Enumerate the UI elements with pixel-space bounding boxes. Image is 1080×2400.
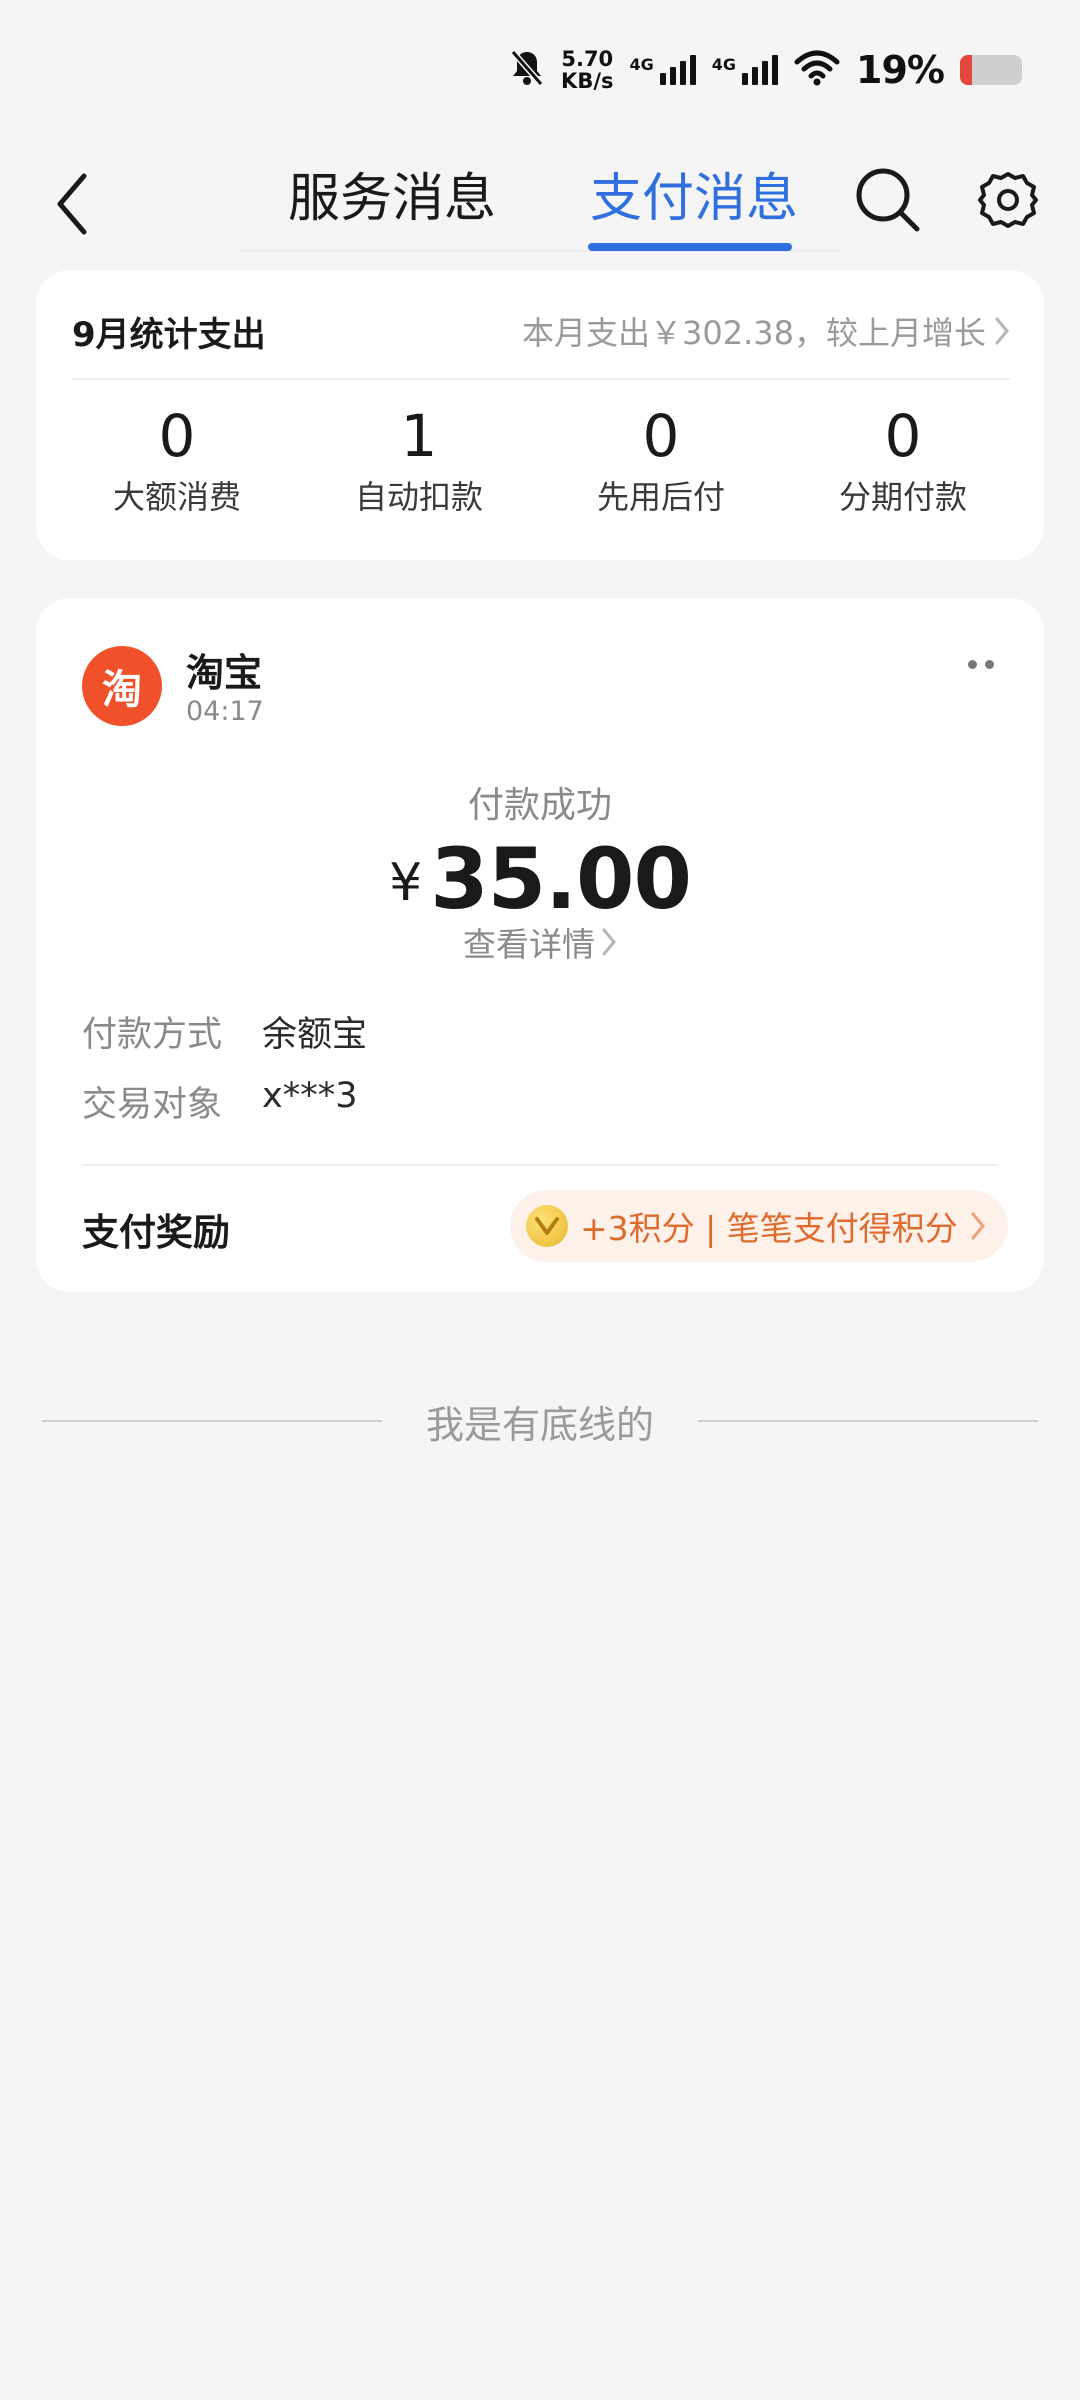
- stat-label: 自动扣款: [354, 478, 483, 516]
- info-key: 交易对象: [82, 1085, 223, 1125]
- reward-text: +3积分 | 笔笔支付得积分: [580, 1209, 958, 1248]
- summary-title: 9月统计支出: [72, 314, 266, 355]
- info-value: x***3: [262, 1076, 358, 1116]
- search-button[interactable]: [852, 160, 924, 240]
- signal-icon: 4G: [630, 55, 696, 85]
- info-value: 余额宝: [262, 1015, 368, 1055]
- chevron-right-icon: [602, 928, 616, 956]
- stat-label: 分期付款: [838, 478, 967, 516]
- message-time: 04:17: [186, 696, 264, 727]
- amount-value: 35.00: [430, 830, 692, 928]
- transaction-party-row: 交易对象 x***3: [82, 1076, 357, 1127]
- stat-installments[interactable]: 0 分期付款: [782, 398, 1024, 520]
- chevron-right-icon: [995, 317, 1009, 345]
- more-dot-icon: [968, 660, 977, 669]
- battery-icon: [960, 55, 1022, 85]
- chevron-right-icon: [971, 1212, 985, 1240]
- end-divider-right: [698, 1420, 1038, 1422]
- stat-value: 0: [884, 402, 922, 470]
- stat-label: 先用后付: [596, 478, 725, 516]
- search-icon: [856, 168, 920, 232]
- more-dot-icon: [985, 660, 994, 669]
- stat-auto-deduction[interactable]: 1 自动扣款: [298, 398, 540, 520]
- wifi-icon: [794, 50, 840, 90]
- spending-stats: 0 大额消费 1 自动扣款 0 先用后付 0 分期付款: [36, 398, 1044, 520]
- tab-payment-messages[interactable]: 支付消息: [590, 154, 798, 244]
- gear-icon: [978, 172, 1038, 228]
- stat-value: 0: [642, 402, 680, 470]
- monthly-spending-link[interactable]: 本月支出￥302.38，较上月增长: [522, 308, 1010, 354]
- summary-header: 9月统计支出 本月支出￥302.38，较上月增长: [72, 308, 1010, 355]
- tab-service-messages[interactable]: 服务消息: [288, 154, 496, 244]
- active-tab-indicator: [588, 243, 792, 251]
- payment-message-card[interactable]: 淘 淘宝 04:17 付款成功 ¥35.00 查看详情 付款方式 余额宝 交易对…: [36, 598, 1044, 1292]
- battery-level-fill: [960, 55, 972, 85]
- battery-percent: 19%: [856, 48, 945, 92]
- back-button[interactable]: [44, 168, 100, 240]
- more-options-button[interactable]: [968, 660, 994, 669]
- payment-method-row: 付款方式 余额宝: [82, 1006, 367, 1057]
- stat-value: 1: [400, 402, 438, 470]
- stat-pay-later[interactable]: 0 先用后付: [540, 398, 782, 520]
- monthly-spending-text: 本月支出￥302.38，较上月增长: [522, 314, 986, 352]
- net-speed-value: 5.70: [561, 47, 614, 71]
- payment-status: 付款成功: [467, 785, 612, 826]
- view-details-text: 查看详情: [463, 925, 595, 964]
- net-speed-unit: KB/s: [561, 69, 614, 93]
- payment-amount: ¥35.00: [36, 830, 1044, 928]
- status-bar: 5.70 KB/s 4G 4G 19%: [0, 0, 1080, 140]
- signal-type-label: 4G: [711, 55, 737, 74]
- summary-divider: [72, 378, 1010, 380]
- bell-off-icon: [509, 48, 545, 92]
- signal-icon: 4G: [711, 55, 779, 85]
- monthly-summary-card: 9月统计支出 本月支出￥302.38，较上月增长 0 大额消费 1 自动扣款 0…: [36, 270, 1044, 560]
- reward-label: 支付奖励: [82, 1211, 230, 1254]
- top-navigation: 服务消息 支付消息: [0, 140, 1080, 265]
- view-details-link[interactable]: 查看详情: [36, 918, 1044, 966]
- stat-large-consumption[interactable]: 0 大额消费: [56, 398, 298, 520]
- currency-symbol: ¥: [389, 853, 423, 913]
- network-speed: 5.70 KB/s: [561, 48, 613, 92]
- coin-icon: [526, 1205, 568, 1247]
- chevron-left-icon: [57, 173, 87, 235]
- merchant-name: 淘宝: [186, 651, 263, 695]
- stat-label: 大额消费: [112, 478, 241, 516]
- info-key: 付款方式: [82, 1015, 223, 1055]
- settings-button[interactable]: [972, 160, 1044, 240]
- reward-points-button[interactable]: +3积分 | 笔笔支付得积分: [510, 1190, 1008, 1262]
- merchant-logo: 淘: [82, 646, 162, 726]
- payment-messages-screen: 5.70 KB/s 4G 4G 19% 服务消息 支付消息 9月统计支出 本月支…: [0, 0, 1080, 2400]
- signal-type-label: 4G: [629, 55, 654, 74]
- stat-value: 0: [158, 402, 196, 470]
- payment-divider: [82, 1164, 998, 1166]
